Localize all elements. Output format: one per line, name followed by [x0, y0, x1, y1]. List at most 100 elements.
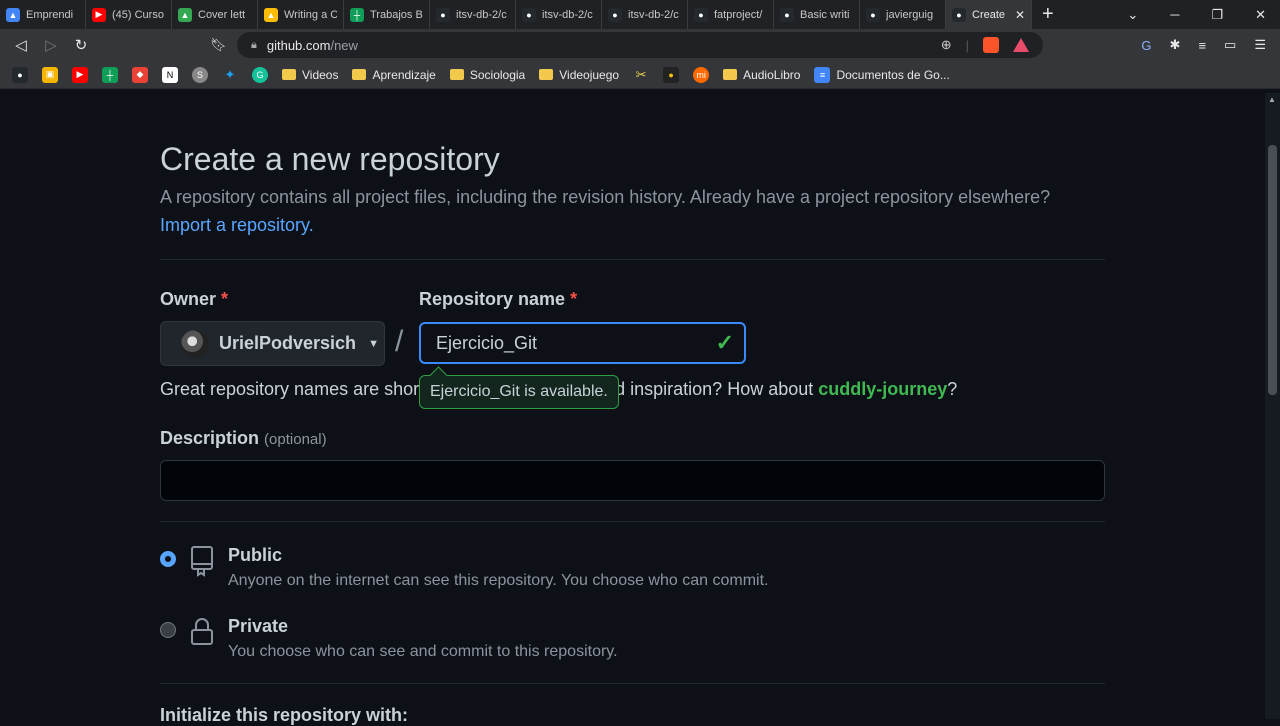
suggested-name-link[interactable]: cuddly-journey	[818, 379, 947, 399]
folder-icon	[282, 69, 296, 80]
repository-name-value: Ejercicio_Git	[436, 332, 538, 353]
bookmark-label: Sociologia	[469, 67, 526, 82]
repository-name-input[interactable]: Ejercicio_Git ✓	[419, 322, 746, 364]
brave-shield-icon[interactable]	[983, 37, 999, 53]
tab-favicon-icon: ●	[780, 7, 794, 22]
scrollbar-thumb[interactable]	[1268, 145, 1277, 395]
menu-icon[interactable]: ☰	[1254, 37, 1266, 53]
bookmark-folder-sociologia[interactable]: Sociologia	[449, 67, 526, 82]
suggestion-prefix: Great repository names are shor	[160, 379, 420, 399]
owner-value: UrielPodversich	[219, 333, 357, 353]
repo-name-label: Repository name *	[419, 289, 577, 310]
close-window-icon[interactable]: ✕	[1255, 7, 1266, 23]
back-icon[interactable]: ◁	[6, 36, 36, 54]
scroll-up-icon[interactable]: ▲	[1268, 95, 1276, 104]
page-title: Create a new repository	[160, 141, 500, 177]
browser-tab[interactable]: ▲ Cover lett	[172, 0, 258, 29]
visibility-public-option[interactable]: Public Anyone on the internet can see th…	[160, 545, 768, 590]
browser-toolbar: ◁ ▷ ↻ 🔖︎ 🔒︎ github.com/new ⊕ | G ✱ ≡ ▭ ☰	[0, 29, 1280, 61]
browser-tab[interactable]: ● itsv-db-2/c	[516, 0, 602, 29]
bookmark-folder-audiolibro[interactable]: AudioLibro	[723, 68, 800, 82]
initialize-heading: Initialize this repository with:	[160, 705, 409, 725]
import-repository-link[interactable]: Import a repository.	[160, 211, 1120, 239]
twitter-bookmark-icon[interactable]: ✦	[222, 67, 238, 83]
address-host: github.com	[266, 37, 331, 53]
description-input[interactable]	[160, 460, 1105, 501]
game-bookmark-icon[interactable]: ●	[663, 66, 680, 83]
divider	[160, 259, 1105, 260]
grammarly-bookmark-icon[interactable]: G	[252, 66, 268, 83]
sheets-bookmark-icon[interactable]: ┼	[102, 66, 118, 83]
tab-search-icon[interactable]: ⌄	[1127, 7, 1138, 23]
tab-favicon-icon: ▲	[178, 7, 192, 22]
wallet-icon[interactable]: ▭	[1224, 37, 1236, 53]
tab-title: Cover lett	[198, 8, 246, 21]
tab-title: Writing a C	[284, 8, 337, 21]
bookmark-folder-videojuego[interactable]: Videojuego	[539, 68, 619, 82]
bookmark-folder-aprendizaje[interactable]: Aprendizaje	[352, 68, 436, 82]
classroom-bookmark-icon[interactable]: ▣	[42, 66, 58, 83]
browser-tab[interactable]: ▲ Emprendi	[0, 0, 86, 29]
lock-icon[interactable]: 🔒︎	[251, 39, 257, 52]
tab-title: (45) Curso	[112, 8, 164, 21]
new-tab-button[interactable]: +	[1032, 3, 1064, 26]
youtube-bookmark-icon[interactable]: ▶	[72, 66, 88, 83]
browser-tab[interactable]: ● javierguig	[860, 0, 946, 29]
bookmark-page-icon[interactable]: 🔖︎	[210, 37, 227, 53]
visibility-private-option[interactable]: Private You choose who can see and commi…	[160, 616, 618, 661]
browser-tab[interactable]: ▶ (45) Curso	[86, 0, 172, 29]
github-new-repo-page: Create a new repository A repository con…	[0, 93, 1265, 725]
restore-icon[interactable]: ❐	[1211, 7, 1223, 23]
repo-icon	[191, 546, 213, 577]
forward-icon[interactable]: ▷	[36, 36, 66, 54]
address-bar[interactable]: 🔒︎ github.com/new ⊕ |	[237, 32, 1043, 58]
tab-favicon-icon: ●	[952, 7, 966, 22]
minimize-icon[interactable]: ─	[1170, 7, 1179, 22]
private-radio[interactable]	[160, 622, 176, 638]
subtitle-text: A repository contains all project files,…	[160, 187, 1051, 207]
owner-dropdown[interactable]: UrielPodversich ▼	[160, 321, 385, 366]
folder-icon	[539, 69, 554, 80]
bookmark-label: Documentos de Go...	[836, 67, 950, 82]
page-scrollbar[interactable]: ▲	[1265, 93, 1280, 719]
folder-icon	[449, 69, 464, 80]
folder-icon	[352, 69, 367, 80]
notion-bookmark-icon[interactable]: N	[162, 66, 178, 83]
translate-icon[interactable]: G	[1141, 38, 1151, 53]
bookmark-folder-videos[interactable]: Videos	[282, 68, 338, 82]
docs-icon: ≡	[814, 66, 831, 83]
browser-tab[interactable]: ● fatproject/	[688, 0, 774, 29]
private-title: Private	[228, 616, 289, 636]
github-bookmark-icon[interactable]: ●	[12, 66, 28, 83]
public-radio[interactable]	[160, 551, 176, 567]
tab-title: Create	[972, 8, 1006, 21]
bookmark-label: AudioLibro	[743, 67, 801, 82]
browser-tab[interactable]: ● itsv-db-2/c	[602, 0, 688, 29]
tab-title: fatproject/	[714, 8, 763, 21]
browser-tab[interactable]: ┼ Trabajos B	[344, 0, 430, 29]
media-icon[interactable]: ≡	[1198, 38, 1206, 53]
close-tab-icon[interactable]: ✕	[1015, 8, 1025, 22]
tab-favicon-icon: ▲	[264, 7, 278, 22]
app-bookmark-icon[interactable]: ◆	[132, 66, 148, 83]
browser-tab[interactable]: ● Basic writi	[774, 0, 860, 29]
brave-rewards-icon[interactable]	[1013, 38, 1029, 52]
tab-title: itsv-db-2/c	[456, 8, 507, 21]
repo-label-text: Repository name	[419, 289, 566, 309]
browser-tab[interactable]: ▲ Writing a C	[258, 0, 344, 29]
extensions-icon[interactable]: ✱	[1170, 37, 1181, 53]
tab-favicon-icon: ┼	[350, 7, 364, 22]
tab-favicon-icon: ●	[694, 7, 708, 22]
check-icon: ✓	[715, 330, 734, 355]
browser-tab[interactable]: ● itsv-db-2/c	[430, 0, 516, 29]
tab-favicon-icon: ●	[866, 7, 880, 22]
xiaomi-bookmark-icon[interactable]: mi	[693, 66, 710, 83]
address-path: /new	[330, 37, 358, 53]
reload-icon[interactable]: ↻	[66, 36, 96, 54]
public-description: Anyone on the internet can see this repo…	[228, 572, 769, 589]
browser-tab[interactable]: ● Create ✕	[946, 0, 1032, 29]
site-bookmark-icon[interactable]: S	[192, 66, 208, 83]
tool-bookmark-icon[interactable]: ✂	[633, 67, 649, 83]
zoom-icon[interactable]: ⊕	[941, 37, 952, 53]
bookmark-docs[interactable]: ≡ Documentos de Go...	[814, 66, 950, 83]
